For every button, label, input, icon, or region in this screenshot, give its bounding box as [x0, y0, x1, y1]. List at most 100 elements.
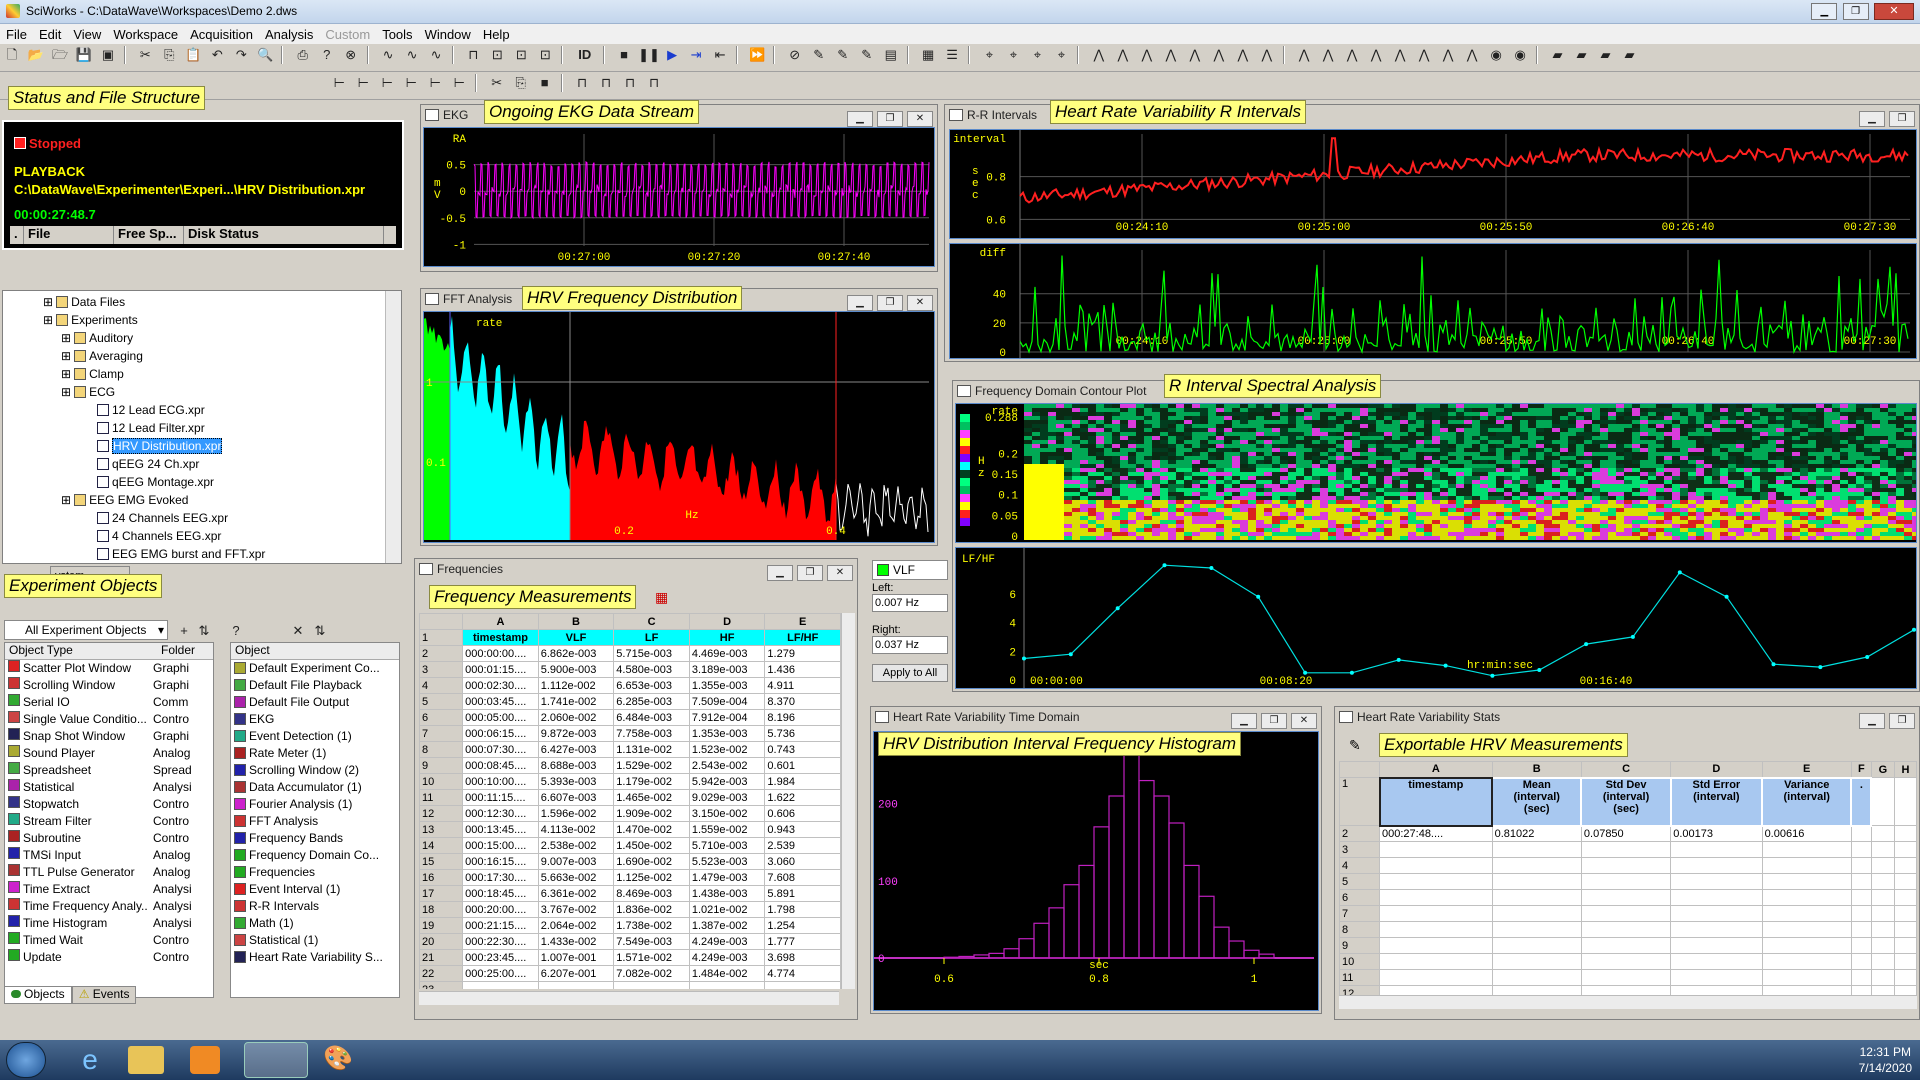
freq-cell[interactable]: 8.469e-003 [613, 885, 690, 902]
tree-folder[interactable]: ⊞ Averaging [3, 347, 401, 365]
freq-cell[interactable]: 4.580e-003 [613, 661, 690, 678]
spreadsheet-toolbar-icon[interactable]: ▦ [655, 589, 668, 606]
help-icon[interactable]: ? [317, 46, 337, 64]
tool-icon-3[interactable]: ■ [535, 74, 555, 92]
trace-icon-6[interactable]: ⋀ [1209, 46, 1229, 64]
freq-cell[interactable]: 7.608 [764, 869, 841, 886]
freq-cell[interactable]: 1.596e-002 [537, 805, 615, 822]
status-column-2[interactable]: Free Sp... [114, 226, 184, 244]
sciworks-task-icon[interactable] [244, 1042, 308, 1078]
freq-cell[interactable]: 000:23:45.... [462, 949, 539, 966]
expand-icon[interactable]: ⊞ [61, 349, 71, 363]
freq-cell[interactable]: 0.943 [764, 821, 841, 838]
expand-icon[interactable]: ⊞ [61, 367, 71, 381]
freq-cell[interactable]: 3.150e-002 [688, 805, 766, 822]
stats-column-letter[interactable]: B [1491, 761, 1582, 778]
freq-cell[interactable]: 7.082e-002 [613, 965, 690, 982]
freq-column-letter[interactable]: E [764, 613, 841, 630]
add-icon[interactable]: + [174, 622, 194, 640]
zoom-icon-2[interactable]: ◉ [1510, 46, 1530, 64]
delete-icon[interactable]: ✕ [288, 622, 308, 640]
maximize-button[interactable]: ❐ [1842, 3, 1869, 20]
freq-cell[interactable]: 2.539 [764, 837, 841, 854]
analysis-icon-8[interactable]: ⋀ [1462, 46, 1482, 64]
freq-header-cell[interactable]: LF/HF [764, 629, 841, 646]
stats-header-cell[interactable]: timestamp [1378, 776, 1494, 827]
object-type-item[interactable]: Time Frequency Analy... Analysi [5, 898, 213, 915]
object-type-item[interactable]: Sound Player Analog [5, 745, 213, 762]
folder-header[interactable]: Folder [157, 643, 195, 659]
freq-cell[interactable]: 5.900e-003 [537, 661, 615, 678]
freq-cell[interactable]: 000:12:30.... [462, 805, 539, 822]
layout-icon-2[interactable]: ⊡ [487, 46, 507, 64]
stats-header-cell[interactable]: Std Dev (interval) (sec) [1580, 776, 1672, 827]
find-icon[interactable]: 🔍 [255, 46, 275, 64]
stats-cell[interactable]: 0.07850 [1580, 825, 1672, 842]
freq-cell[interactable]: 1.909e-002 [613, 805, 690, 822]
analysis-icon-7[interactable]: ⋀ [1438, 46, 1458, 64]
object-item[interactable]: Event Interval (1) [231, 881, 399, 898]
freq-cell[interactable]: 9.872e-003 [537, 725, 615, 742]
freq-cell[interactable]: 1.559e-002 [688, 821, 766, 838]
stats-hscrollbar[interactable] [1339, 995, 1917, 1009]
paint-icon[interactable]: 🎨 [318, 1044, 358, 1076]
freq-cell[interactable]: 7.549e-003 [613, 933, 690, 950]
object-type-item[interactable]: Scatter Plot Window Graphi [5, 660, 213, 677]
expand-icon[interactable]: ⊞ [61, 493, 71, 507]
analysis-icon-6[interactable]: ⋀ [1414, 46, 1434, 64]
rr-restore-button[interactable]: ❐ [1889, 111, 1915, 127]
freq-cell[interactable]: 000:11:15.... [462, 789, 539, 806]
object-filter-dropdown[interactable]: All Experiment Objects ▾ [4, 620, 168, 640]
freq-scrollbar[interactable] [841, 613, 855, 989]
analysis-icon-1[interactable]: ⋀ [1294, 46, 1314, 64]
object-item[interactable]: Scrolling Window (2) [231, 762, 399, 779]
object-type-item[interactable]: TMSi Input Analog [5, 847, 213, 864]
status-column-1[interactable]: File [24, 226, 114, 244]
object-item[interactable]: Frequencies [231, 864, 399, 881]
explorer-icon[interactable] [128, 1046, 164, 1074]
ekg-close-button[interactable]: ✕ [907, 111, 933, 127]
freq-cell[interactable]: 000:15:00.... [462, 837, 539, 854]
object-item[interactable]: Fourier Analysis (1) [231, 796, 399, 813]
layout-icon-3[interactable]: ⊡ [511, 46, 531, 64]
freq-cell[interactable]: 1.479e-003 [688, 869, 766, 886]
edit-stats-icon[interactable]: ✎ [1349, 737, 1361, 754]
tree-file[interactable]: 4 Channels EEG.xpr [3, 527, 401, 545]
stats-cell[interactable]: 0.00616 [1761, 825, 1852, 842]
analysis-icon-2[interactable]: ⋀ [1318, 46, 1338, 64]
freq-cell[interactable]: 000:13:45.... [462, 821, 539, 838]
menu-file[interactable]: File [0, 24, 33, 45]
cursor-icon-2[interactable]: ⌖ [1003, 46, 1023, 64]
freq-cell[interactable]: 8.688e-003 [537, 757, 615, 774]
menu-acquisition[interactable]: Acquisition [184, 24, 259, 45]
step-icon[interactable]: ⇤ [710, 46, 730, 64]
freq-cell[interactable]: 6.207e-001 [537, 965, 615, 982]
freq-cell[interactable]: 1.571e-002 [613, 949, 690, 966]
align-icon-2[interactable]: ⊢ [353, 74, 373, 92]
freq-cell[interactable]: 1.179e-002 [613, 773, 690, 790]
tree-folder[interactable]: ⊞ EEG EMG Evoked [3, 491, 401, 509]
copy-icon[interactable]: ⎘ [159, 46, 179, 64]
new-icon[interactable]: 🗋 [2, 46, 22, 64]
freq-header-cell[interactable]: LF [613, 629, 690, 646]
open-icon[interactable]: 📂 [26, 46, 46, 64]
freq-cell[interactable]: 1.690e-002 [613, 853, 690, 870]
freq-cell[interactable]: 1.353e-003 [688, 725, 766, 742]
stop-icon[interactable]: ■ [614, 46, 634, 64]
cursor-icon-1[interactable]: ⌖ [979, 46, 999, 64]
object-type-item[interactable]: Time Histogram Analysi [5, 915, 213, 932]
fft-close-button[interactable]: ✕ [907, 295, 933, 311]
menu-help[interactable]: Help [477, 24, 516, 45]
freq-hscrollbar[interactable] [419, 991, 839, 1005]
tool-icon-6[interactable]: ⊓ [620, 74, 640, 92]
stats-column-letter[interactable]: A [1379, 761, 1493, 778]
stats-column-letter[interactable]: G [1870, 761, 1895, 778]
object-item[interactable]: R-R Intervals [231, 898, 399, 915]
menu-tools[interactable]: Tools [376, 24, 418, 45]
freq-cell[interactable]: 000:16:15.... [462, 853, 539, 870]
freq-cell[interactable]: 000:02:30.... [462, 677, 539, 694]
expand-icon[interactable]: ⊞ [61, 331, 71, 345]
object-item[interactable]: Default Experiment Co... [231, 660, 399, 677]
freq-cell[interactable]: 1.798 [764, 901, 841, 918]
cursor-icon-4[interactable]: ⌖ [1051, 46, 1071, 64]
